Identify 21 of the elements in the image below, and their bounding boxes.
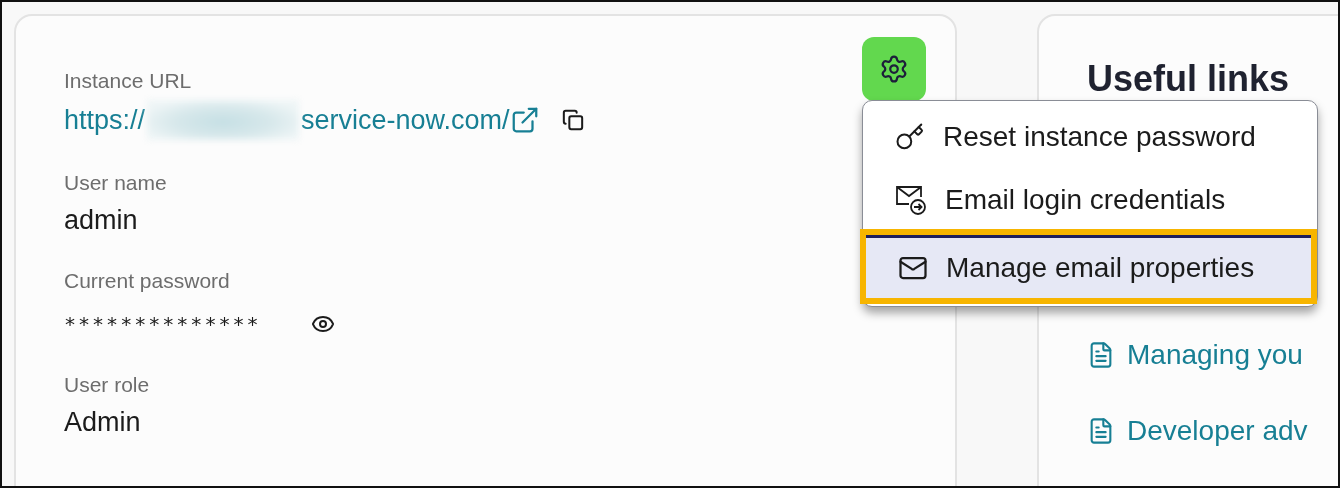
field-label: User role <box>64 372 151 398</box>
copy-icon[interactable] <box>561 109 584 131</box>
field-value: Admin <box>64 406 142 439</box>
settings-icon <box>879 54 909 84</box>
key-icon <box>895 121 925 152</box>
settings-button[interactable] <box>862 37 926 101</box>
field-value: admin <box>64 204 139 237</box>
field-label: Current password <box>64 268 231 294</box>
menu-item[interactable]: Reset instance password <box>863 105 1317 168</box>
section-heading: Useful links <box>1087 60 1291 97</box>
mail-send-icon <box>895 183 927 216</box>
field-label: User name <box>64 170 168 196</box>
doc-link[interactable]: Managing you <box>1127 339 1303 371</box>
menu-item-label: Email login credentials <box>945 183 1226 216</box>
doc-link[interactable]: Developer adv <box>1127 415 1308 447</box>
instance-url-link[interactable]: https:// service-now.com/ <box>64 100 540 140</box>
masked-password: ************** <box>64 311 261 338</box>
menu-item-label: Reset instance password <box>943 120 1256 153</box>
menu-item[interactable]: Email login credentials <box>863 168 1317 231</box>
menu-item-label: Manage email properties <box>946 252 1255 284</box>
field-label: Instance URL <box>64 68 193 94</box>
